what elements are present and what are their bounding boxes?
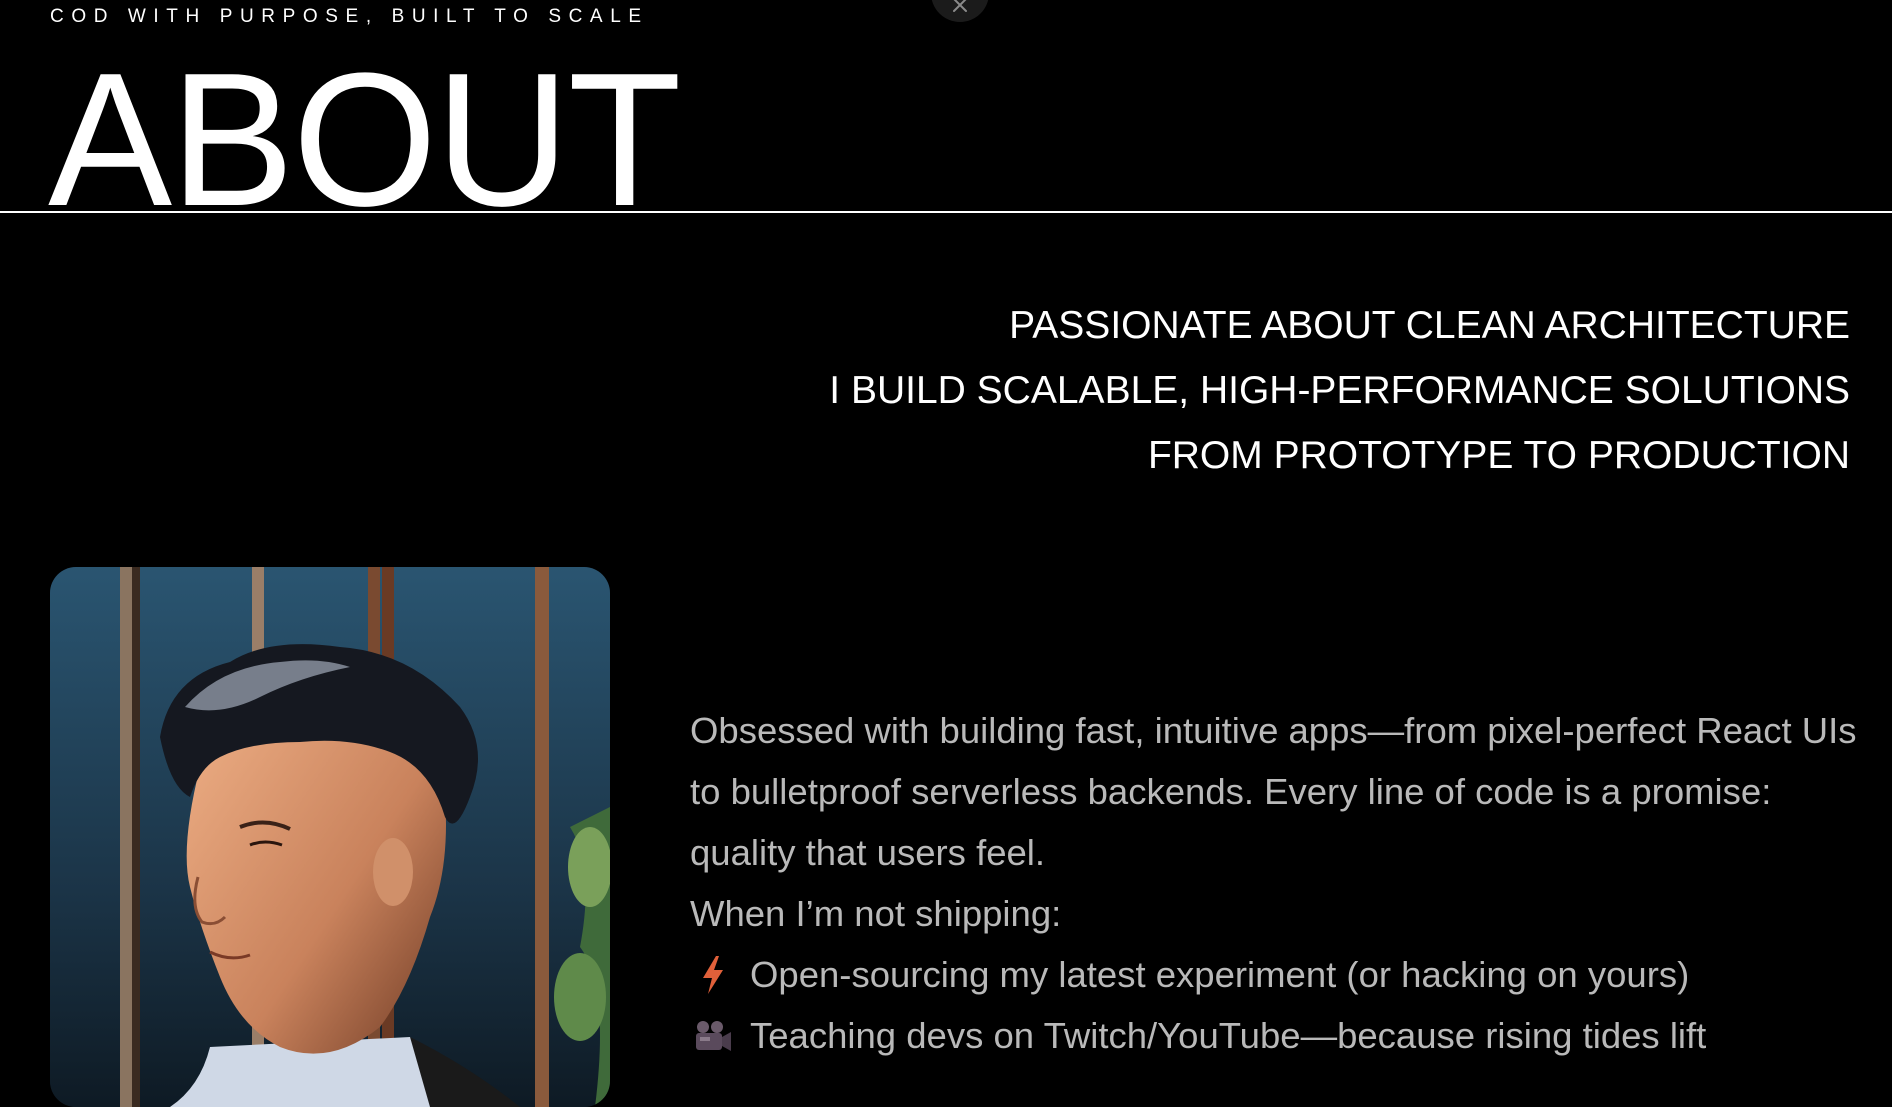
tagline: COD WITH PURPOSE, BUILT TO SCALE (50, 6, 649, 27)
header-divider (0, 211, 1892, 213)
headline-line: FROM PROTOTYPE TO PRODUCTION (1147, 434, 1850, 477)
headline-line: PASSIONATE ABOUT CLEAN ARCHITECTURE (1009, 304, 1850, 347)
page-title: ABOUT (48, 40, 680, 212)
headline-line: I BUILD SCALABLE, HIGH-PERFORMANCE SOLUT… (829, 369, 1850, 412)
close-button[interactable] (931, 0, 989, 22)
list-item-text: Teaching devs on Twitch/YouTube—because … (750, 1015, 1707, 1056)
close-icon (953, 0, 967, 12)
headline: PASSIONATE ABOUT CLEAN ARCHITECTURE I BU… (829, 293, 1850, 488)
list-item: Open-sourcing my latest experiment (or h… (690, 944, 1860, 1005)
bio: Obsessed with building fast, intuitive a… (690, 700, 1860, 1066)
bio-intro: Obsessed with building fast, intuitive a… (690, 710, 1857, 873)
bio-not-shipping-label: When I’m not shipping: (690, 893, 1062, 934)
movie-camera-icon (690, 1016, 736, 1056)
profile-photo (50, 567, 610, 1107)
list-item-text: Open-sourcing my latest experiment (or h… (750, 954, 1690, 995)
list-item: Teaching devs on Twitch/YouTube—because … (690, 1005, 1860, 1066)
lightning-icon (690, 955, 736, 995)
